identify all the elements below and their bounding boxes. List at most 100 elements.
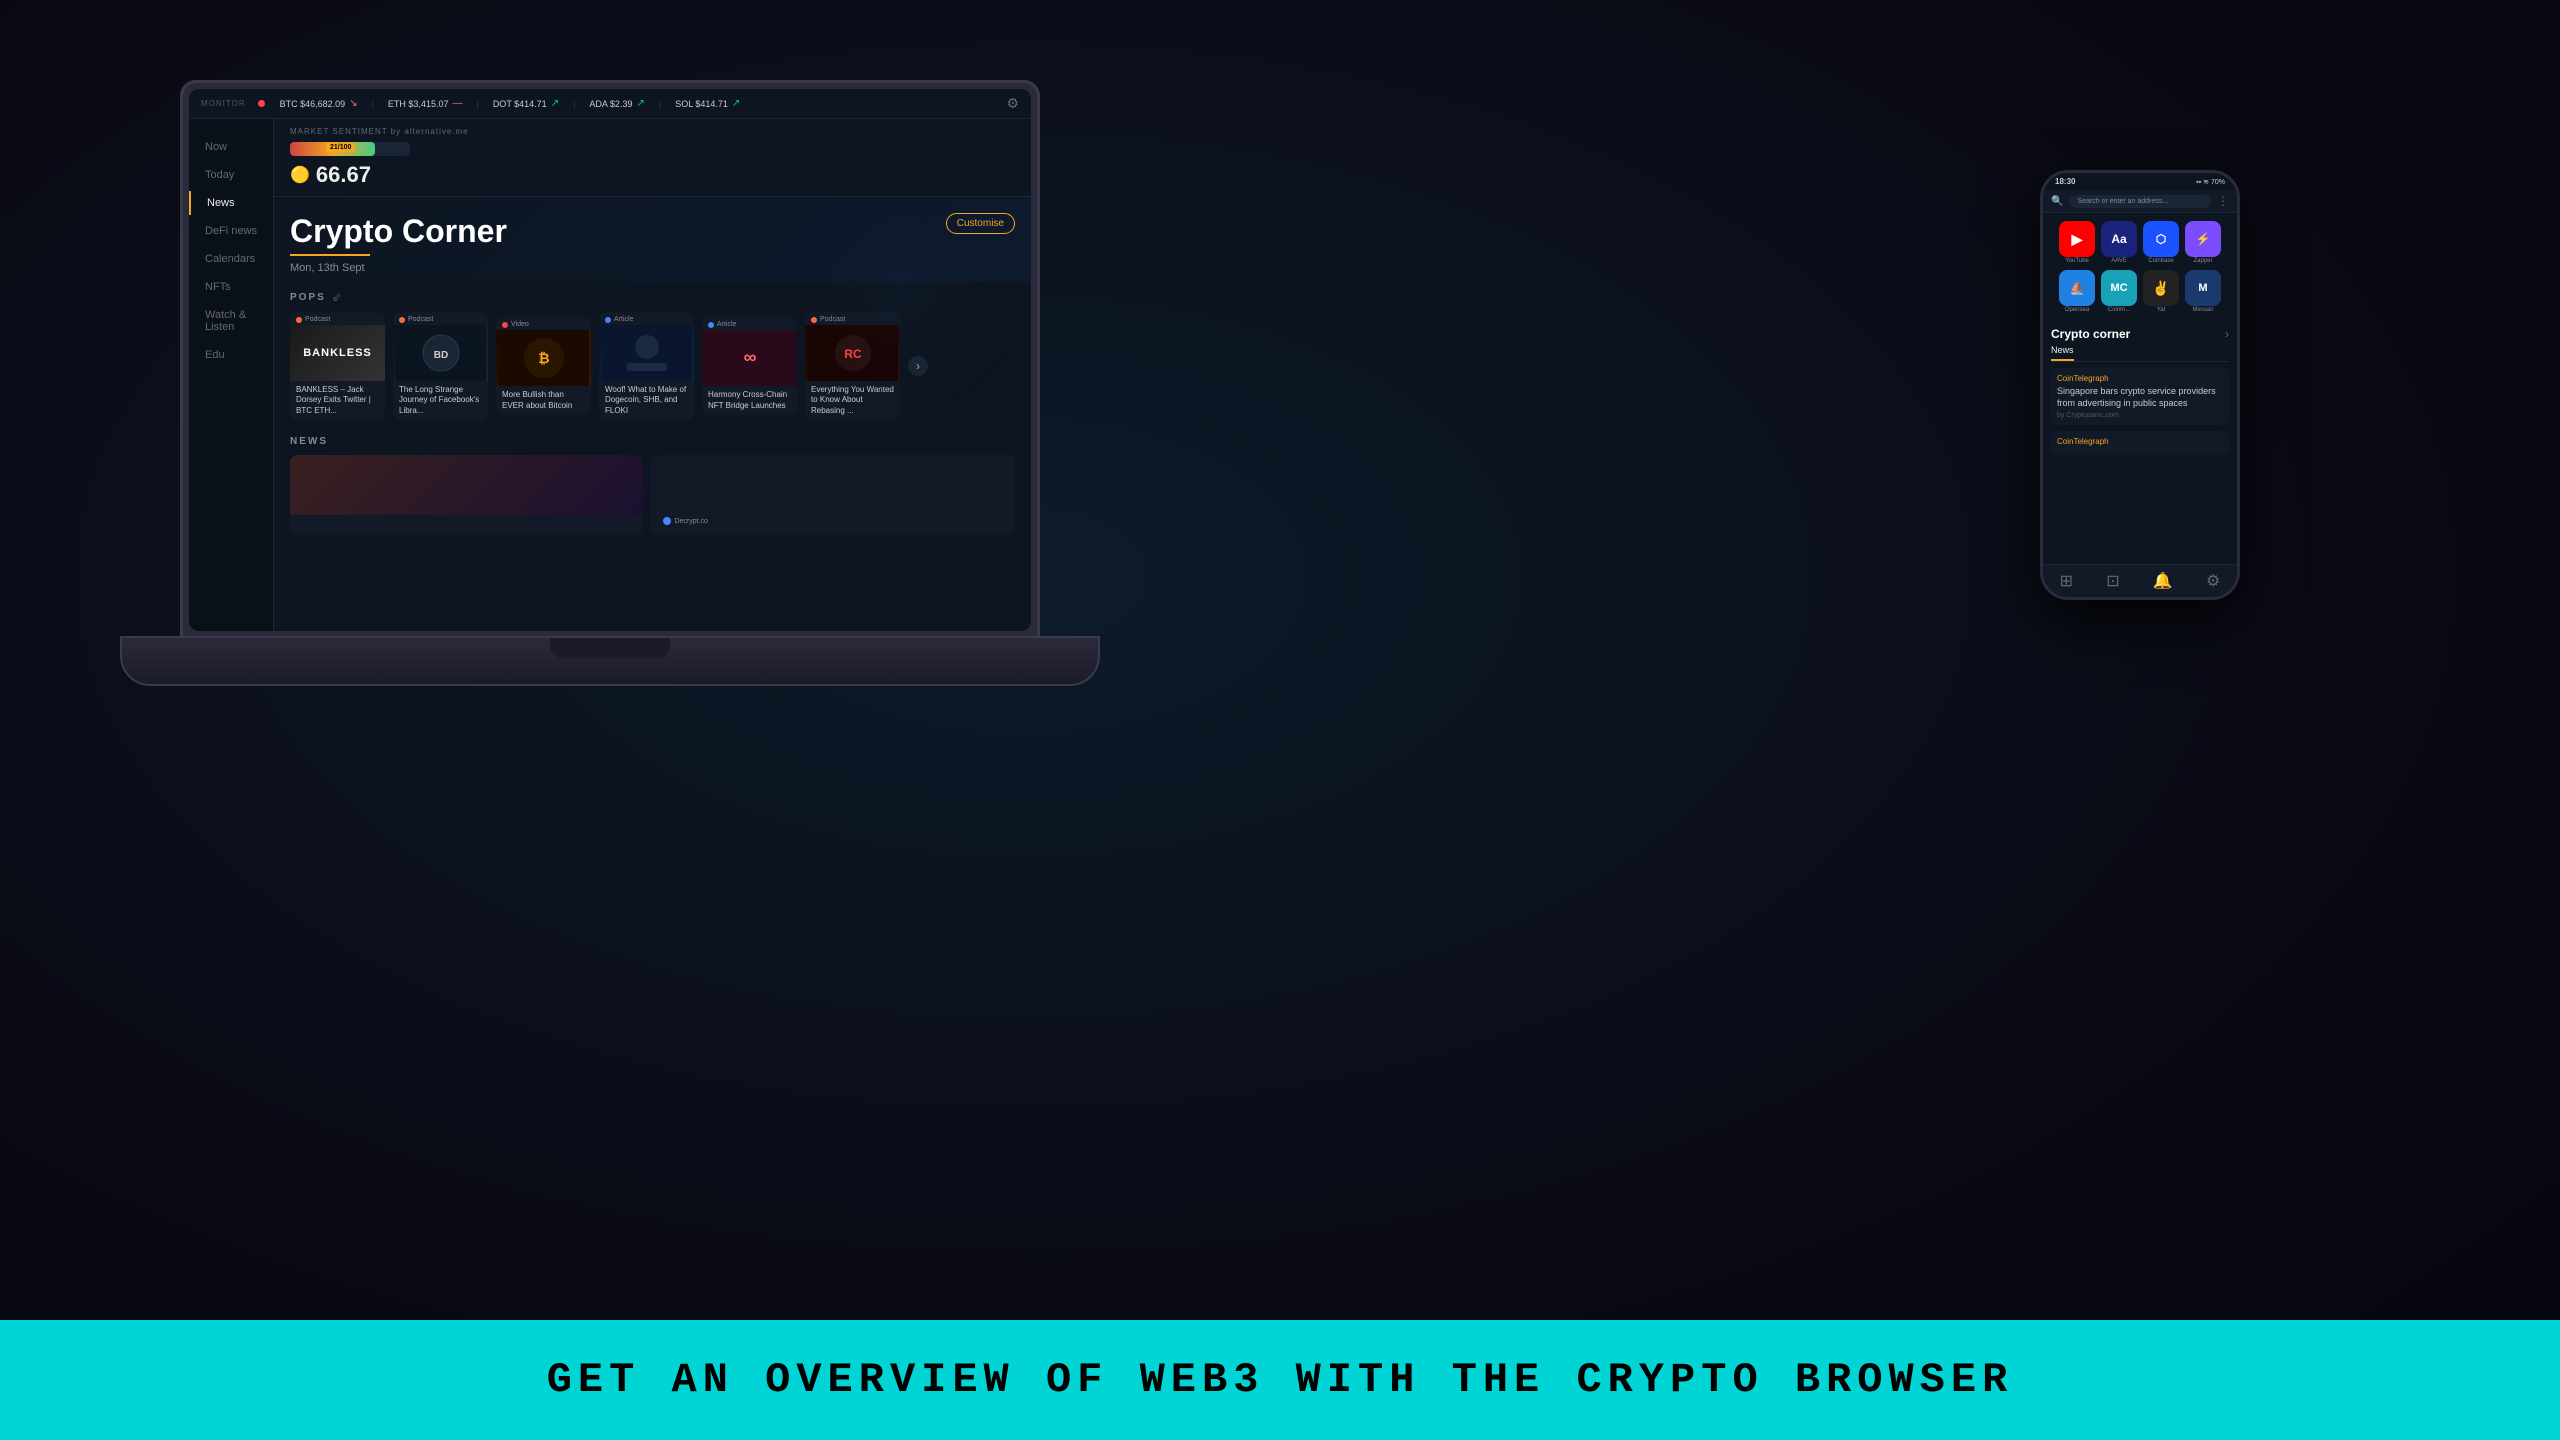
jeff-thumb <box>599 325 694 381</box>
pop-type-podcast: Podcast <box>290 312 385 325</box>
sidebar-item-watch[interactable]: Watch & Listen <box>189 303 273 339</box>
harmony-svg: ∞ <box>705 330 795 386</box>
phone-news-source-2: CoinTelegraph <box>2057 437 2223 446</box>
fear-greed: 🟡 66.67 <box>290 162 1015 188</box>
app-messari[interactable]: M Messari <box>2185 270 2221 313</box>
pop-card-bitcoin[interactable]: Video ₿ More Bu <box>496 317 591 415</box>
main-layout: Now Today News DeFi news Calendars NFTs … <box>189 119 1031 631</box>
pop-type-article-2: Article <box>702 317 797 330</box>
phone-apps: ▶ YouTube Aa AAVE ⬡ Coinbas <box>2043 213 2237 327</box>
apps-row-2: ⛵ Opensea MC Coinm... ✌ Yat <box>2051 270 2229 313</box>
phone-bottom-nav: ⊞ ⊡ 🔔 ⚙ <box>2043 564 2237 597</box>
sidebar-item-news[interactable]: News <box>189 191 273 215</box>
app-coinmarketcap[interactable]: MC Coinm... <box>2101 270 2137 313</box>
phone-frame: 18:30 ▪▪ ≋ 70% 🔍 Search or enter an addr… <box>2040 170 2240 600</box>
phone-container: 18:30 ▪▪ ≋ 70% 🔍 Search or enter an addr… <box>2040 170 2240 600</box>
breakdown-svg: BD <box>396 325 486 381</box>
pop-type-article: Article <box>599 312 694 325</box>
bottom-banner: GET AN OVERVIEW OF WEB3 WITH THE CRYPTO … <box>0 1320 2560 1440</box>
news-card-main[interactable] <box>290 455 643 535</box>
jeff-title: Woof! What to Make of Dogecoin, SHB, and… <box>599 381 694 420</box>
laptop-container: MONITOR BTC $46,682.09 ↘ | ETH $3,415.07… <box>180 80 1040 730</box>
red-crypto-thumb: RC <box>805 325 900 381</box>
monitor-label: MONITOR <box>201 99 246 108</box>
app-zapper[interactable]: ⚡ Zapper <box>2185 221 2221 264</box>
ticker-dot: DOT $414.71 ↗ <box>493 98 559 109</box>
app-aave[interactable]: Aa AAVE <box>2101 221 2137 264</box>
phone-status-icons: ▪▪ ≋ 70% <box>2196 178 2225 186</box>
app-yat[interactable]: ✌ Yat <box>2143 270 2179 313</box>
svg-text:∞: ∞ <box>743 347 756 367</box>
phone-news-by-1: by Cryptopanic.com <box>2057 412 2223 419</box>
svg-text:BD: BD <box>433 350 447 361</box>
phone-news-card-1[interactable]: CoinTelegraph Singapore bars crypto serv… <box>2051 368 2229 425</box>
pop-type-podcast-2: Podcast <box>393 312 488 325</box>
yat-icon[interactable]: ✌ <box>2143 270 2179 306</box>
carousel-next-button[interactable]: › <box>908 356 928 376</box>
pop-card-jeff[interactable]: Article Woof! <box>599 312 694 420</box>
phone-expand-button[interactable]: › <box>2225 327 2229 341</box>
svg-text:RC: RC <box>844 347 862 361</box>
aave-icon[interactable]: Aa <box>2101 221 2137 257</box>
messari-icon[interactable]: M <box>2185 270 2221 306</box>
phone-tab-news[interactable]: News <box>2051 345 2074 361</box>
harmony-thumb: ∞ <box>702 330 797 386</box>
page-title: Crypto Corner <box>290 213 1015 250</box>
sidebar-item-calendars[interactable]: Calendars <box>189 247 273 271</box>
sentiment-bar: 21/100 <box>290 142 410 156</box>
ticker-sol: SOL $414.71 ↗ <box>675 98 740 109</box>
sidebar-item-today[interactable]: Today <box>189 163 273 187</box>
phone-nav-notifications[interactable]: 🔔 <box>2153 571 2173 591</box>
pop-card-harmony[interactable]: Article ∞ Harmony Cross-Chain NFT Brid <box>702 317 797 415</box>
bitcoin-svg: ₿ <box>499 330 589 386</box>
phone-nav-home[interactable]: ⊡ <box>2106 571 2119 591</box>
phone-crypto-corner: Crypto corner › News CoinTelegraph Singa… <box>2043 327 2237 564</box>
phone-crypto-corner-title: Crypto corner <box>2051 327 2130 341</box>
red-crypto-title: Everything You Wanted to Know About Reba… <box>805 381 900 420</box>
news-thumb <box>290 455 643 515</box>
app-youtube[interactable]: ▶ YouTube <box>2059 221 2095 264</box>
coinbase-icon[interactable]: ⬡ <box>2143 221 2179 257</box>
app-opensea[interactable]: ⛵ Opensea <box>2059 270 2095 313</box>
pop-card-bankless[interactable]: Podcast BANKLESS BANKLESS – Jack Dorsey … <box>290 312 385 420</box>
zapper-icon[interactable]: ⚡ <box>2185 221 2221 257</box>
coinmarketcap-icon[interactable]: MC <box>2101 270 2137 306</box>
phone-section-header: Crypto corner › <box>2051 327 2229 341</box>
gear-icon[interactable]: ⚙ <box>1006 95 1019 112</box>
laptop-screen: MONITOR BTC $46,682.09 ↘ | ETH $3,415.07… <box>189 89 1031 631</box>
phone-news-card-2[interactable]: CoinTelegraph <box>2051 431 2229 455</box>
collapse-button[interactable]: ⇙ <box>332 290 342 304</box>
jeff-svg <box>602 325 692 381</box>
pops-carousel: Podcast BANKLESS BANKLESS – Jack Dorsey … <box>290 312 1015 420</box>
phone-search-input[interactable]: Search or enter an address... <box>2069 195 2211 208</box>
opensea-icon[interactable]: ⛵ <box>2059 270 2095 306</box>
sentiment-label: MARKET SENTIMENT by alternative.me <box>290 127 1015 136</box>
btc-dot <box>258 100 265 107</box>
podcast-type-dot-3 <box>811 317 817 323</box>
harmony-title: Harmony Cross-Chain NFT Bridge Launches <box>702 386 797 415</box>
sidebar-item-now[interactable]: Now <box>189 135 273 159</box>
app-coinbase[interactable]: ⬡ Coinbase <box>2143 221 2179 264</box>
sidebar-item-nfts[interactable]: NFTs <box>189 275 273 299</box>
news-card-decrypt[interactable]: Decrypt.co <box>651 455 1016 535</box>
phone-status-bar: 18:30 ▪▪ ≋ 70% <box>2043 173 2237 190</box>
phone-nav-tabs[interactable]: ⊞ <box>2060 571 2073 591</box>
app-content: MONITOR BTC $46,682.09 ↘ | ETH $3,415.07… <box>189 89 1031 631</box>
market-sentiment: MARKET SENTIMENT by alternative.me 21/10… <box>274 119 1031 197</box>
sidebar: Now Today News DeFi news Calendars NFTs … <box>189 119 274 631</box>
phone-tab-bar: News <box>2051 345 2229 362</box>
pops-section: POPS ⇙ Podcast BANKLESS <box>274 282 1031 428</box>
sidebar-item-defi[interactable]: DeFi news <box>189 219 273 243</box>
article-type-dot <box>605 317 611 323</box>
sidebar-item-edu[interactable]: Edu <box>189 343 273 367</box>
page-date: Mon, 13th Sept <box>290 262 1015 274</box>
youtube-icon[interactable]: ▶ <box>2059 221 2095 257</box>
content-area: MARKET SENTIMENT by alternative.me 21/10… <box>274 119 1031 631</box>
phone-nav-settings[interactable]: ⚙ <box>2206 571 2220 591</box>
breakdown-thumb: BD <box>393 325 488 381</box>
phone-menu-dots[interactable]: ⋮ <box>2217 194 2229 208</box>
pop-card-red-crypto[interactable]: Podcast RC Ever <box>805 312 900 420</box>
pop-card-breakdown[interactable]: Podcast BD The <box>393 312 488 420</box>
phone-news-headline-1: Singapore bars crypto service providers … <box>2057 386 2223 409</box>
fear-greed-icon: 🟡 <box>290 165 310 185</box>
